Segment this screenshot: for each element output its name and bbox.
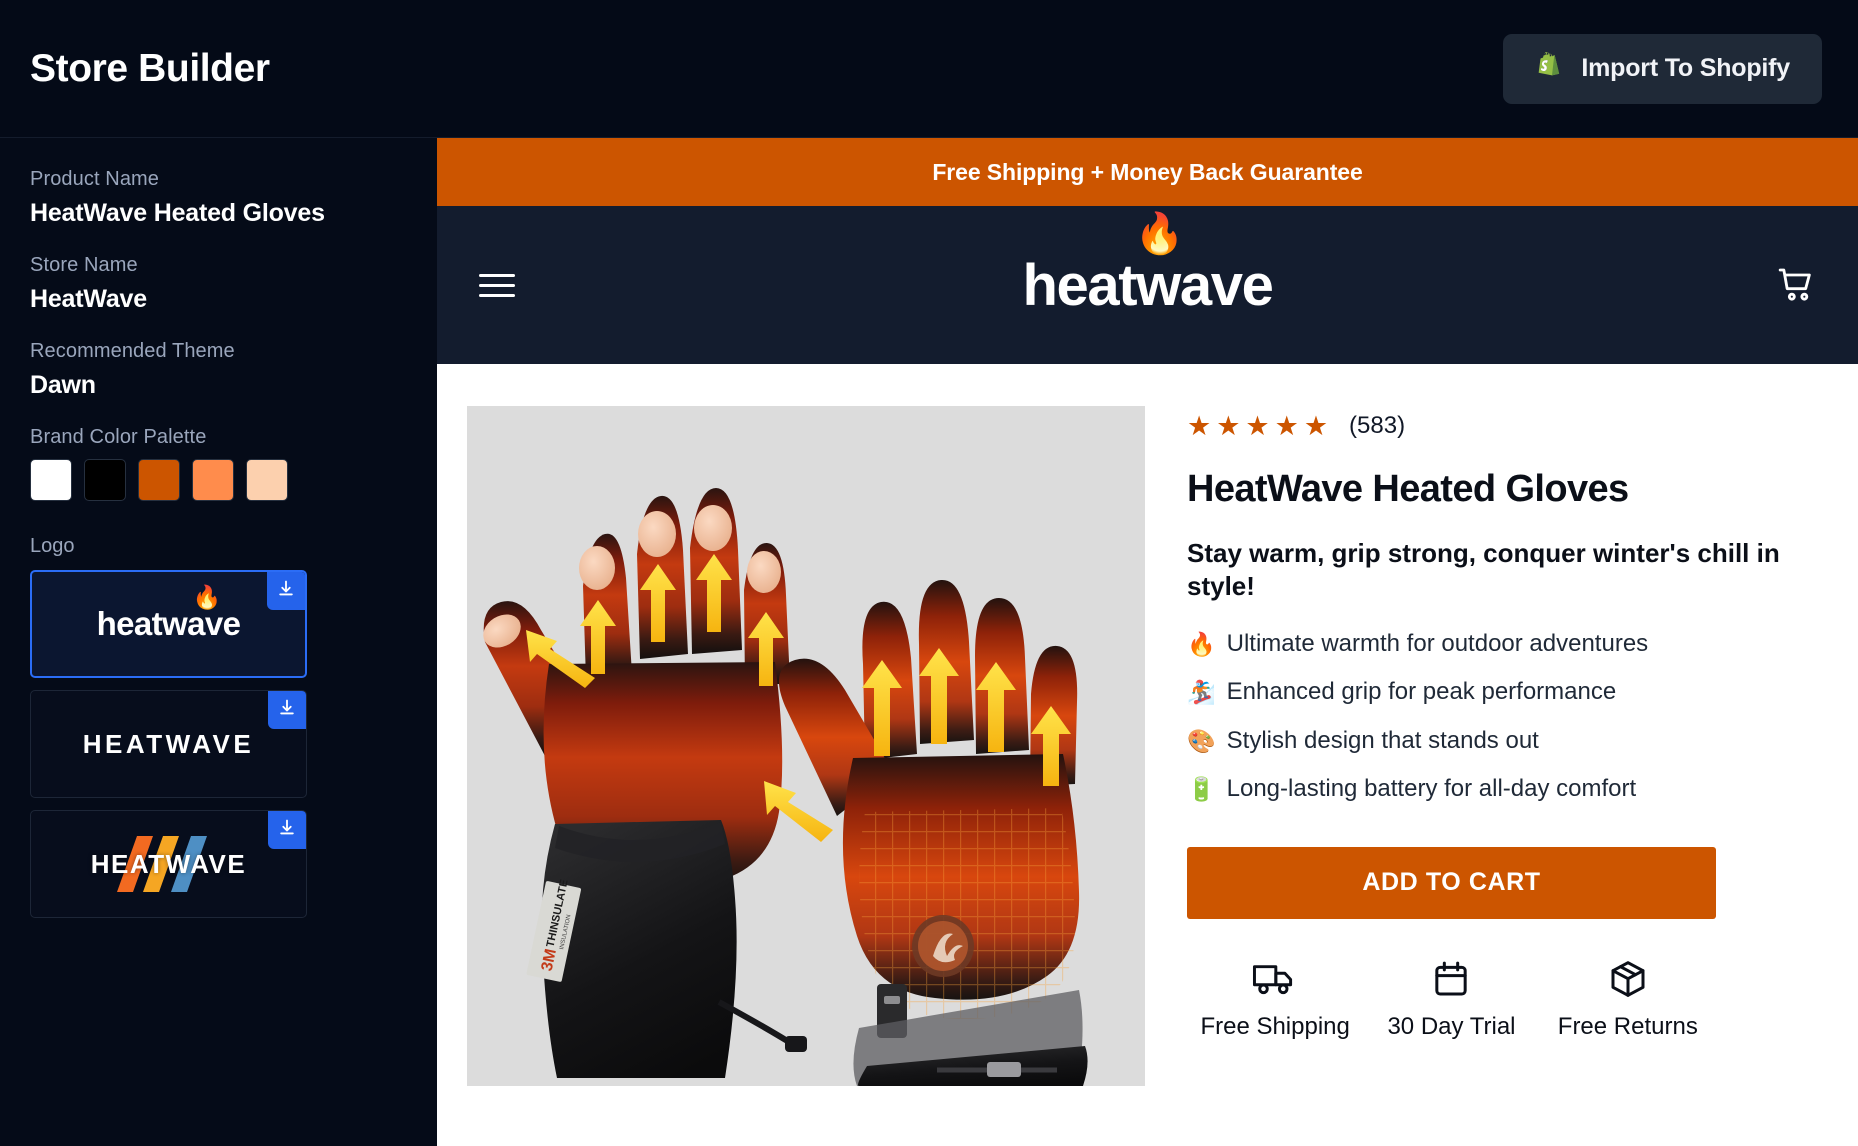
- storefront-logo[interactable]: 🔥 heatwave: [1022, 214, 1274, 319]
- download-logo-button-2[interactable]: [268, 691, 306, 729]
- benefit-text: Stylish design that stands out: [1226, 726, 1539, 754]
- benefit-item: 🎨 Stylish design that stands out: [1187, 726, 1816, 754]
- download-logo-button-3[interactable]: [268, 811, 306, 849]
- snowboarder-icon: 🏂: [1187, 679, 1216, 706]
- field-value: HeatWave: [30, 285, 147, 313]
- field-store-name: Store Name HeatWave: [30, 254, 407, 314]
- field-label: Recommended Theme: [30, 340, 235, 362]
- flame-icon: 🔥: [1134, 211, 1185, 256]
- fire-icon: 🔥: [1187, 630, 1216, 657]
- flame-icon: 🔥: [192, 584, 222, 610]
- download-icon: [277, 818, 297, 843]
- promo-banner: Free Shipping + Money Back Guarantee: [437, 138, 1858, 206]
- trust-badge-label: 30 Day Trial: [1387, 1012, 1516, 1040]
- store-builder-app: Store Builder Import To Shopify Product …: [0, 0, 1858, 1146]
- trust-badge-30-day-trial: 30 Day Trial: [1363, 959, 1539, 1041]
- review-count: (583): [1349, 412, 1406, 439]
- sidebar: Product Name HeatWave Heated Gloves Stor…: [0, 138, 437, 1146]
- logo-text: HEATWAVE: [82, 728, 255, 759]
- body-split: Product Name HeatWave Heated Gloves Stor…: [0, 138, 1858, 1146]
- product-section: 3M THINSULATE INSULATION ★★★★★ (583) Hea…: [437, 364, 1858, 1146]
- shopping-cart-icon[interactable]: [1776, 265, 1816, 305]
- import-to-shopify-button[interactable]: Import To Shopify: [1503, 33, 1822, 104]
- logo-option-3[interactable]: HEATWAVE: [30, 810, 307, 918]
- palette-icon: 🎨: [1187, 727, 1216, 754]
- logo-text: HEATWAVE: [90, 848, 247, 879]
- benefit-text: Ultimate warmth for outdoor adventures: [1226, 630, 1649, 658]
- color-swatch-4[interactable]: [192, 459, 234, 501]
- promo-banner-text: Free Shipping + Money Back Guarantee: [932, 158, 1363, 185]
- page-title: Store Builder: [30, 46, 270, 90]
- logo-wordmark: HEATWAVE: [83, 729, 254, 760]
- logo-wordmark: 🔥 heatwave: [96, 586, 241, 643]
- trust-badge-label: Free Shipping: [1200, 1012, 1350, 1040]
- product-benefits-list: 🔥 Ultimate warmth for outdoor adventures…: [1187, 630, 1816, 803]
- benefit-item: 🔋 Long-lasting battery for all-day comfo…: [1187, 775, 1816, 803]
- logo-text: heatwave: [96, 605, 241, 642]
- shopify-bag-icon: [1535, 51, 1565, 86]
- storefront-nav: 🔥 heatwave: [437, 206, 1858, 364]
- calendar-icon: [1428, 961, 1474, 1003]
- logo-option-2[interactable]: HEATWAVE: [30, 690, 307, 798]
- field-value: Dawn: [30, 371, 96, 399]
- trust-badge-free-returns: Free Returns: [1540, 959, 1716, 1041]
- logo-wordmark: HEATWAVE: [31, 811, 306, 917]
- import-to-shopify-label: Import To Shopify: [1581, 54, 1790, 82]
- trust-badge-label: Free Returns: [1557, 1012, 1698, 1040]
- hamburger-icon[interactable]: [479, 267, 515, 304]
- store-preview: Free Shipping + Money Back Guarantee 🔥 h…: [437, 138, 1858, 1146]
- rating-row: ★★★★★ (583): [1187, 412, 1816, 440]
- storefront-logo-text: heatwave: [1022, 252, 1274, 318]
- color-swatch-1[interactable]: [30, 459, 72, 501]
- box-icon: [1605, 960, 1651, 1003]
- product-tagline: Stay warm, grip strong, conquer winter's…: [1187, 538, 1780, 602]
- battery-icon: 🔋: [1187, 775, 1216, 802]
- field-label: Product Name: [30, 168, 160, 190]
- benefit-item: 🏂 Enhanced grip for peak performance: [1187, 678, 1816, 706]
- benefit-text: Long-lasting battery for all-day comfort: [1226, 775, 1637, 803]
- app-header: Store Builder Import To Shopify: [0, 0, 1858, 138]
- palette-label: Brand Color Palette: [30, 426, 207, 448]
- logo-section-label: Logo: [30, 535, 75, 557]
- palette-swatches: [30, 459, 407, 501]
- download-icon: [277, 698, 297, 723]
- truck-icon: [1252, 964, 1298, 1003]
- brand-color-palette: Brand Color Palette: [30, 426, 407, 501]
- color-swatch-2[interactable]: [84, 459, 126, 501]
- field-label: Store Name: [30, 254, 138, 276]
- download-icon: [276, 579, 296, 604]
- field-value: HeatWave Heated Gloves: [30, 199, 325, 227]
- color-swatch-5[interactable]: [246, 459, 288, 501]
- field-product-name: Product Name HeatWave Heated Gloves: [30, 168, 407, 228]
- benefit-item: 🔥 Ultimate warmth for outdoor adventures: [1187, 630, 1816, 658]
- logo-option-1[interactable]: 🔥 heatwave: [30, 570, 307, 678]
- trust-badges: Free Shipping 30 Day Trial Free Returns: [1187, 959, 1716, 1041]
- trust-badge-free-shipping: Free Shipping: [1187, 959, 1363, 1041]
- add-to-cart-button[interactable]: ADD TO CART: [1187, 846, 1716, 919]
- field-recommended-theme: Recommended Theme Dawn: [30, 340, 407, 400]
- product-image[interactable]: 3M THINSULATE INSULATION: [467, 406, 1145, 1086]
- product-details: ★★★★★ (583) HeatWave Heated Gloves Stay …: [1187, 406, 1816, 1146]
- product-title: HeatWave Heated Gloves: [1187, 468, 1629, 510]
- benefit-text: Enhanced grip for peak performance: [1226, 678, 1617, 706]
- download-logo-button-1[interactable]: [267, 572, 305, 610]
- color-swatch-3[interactable]: [138, 459, 180, 501]
- star-rating: ★★★★★: [1187, 410, 1334, 441]
